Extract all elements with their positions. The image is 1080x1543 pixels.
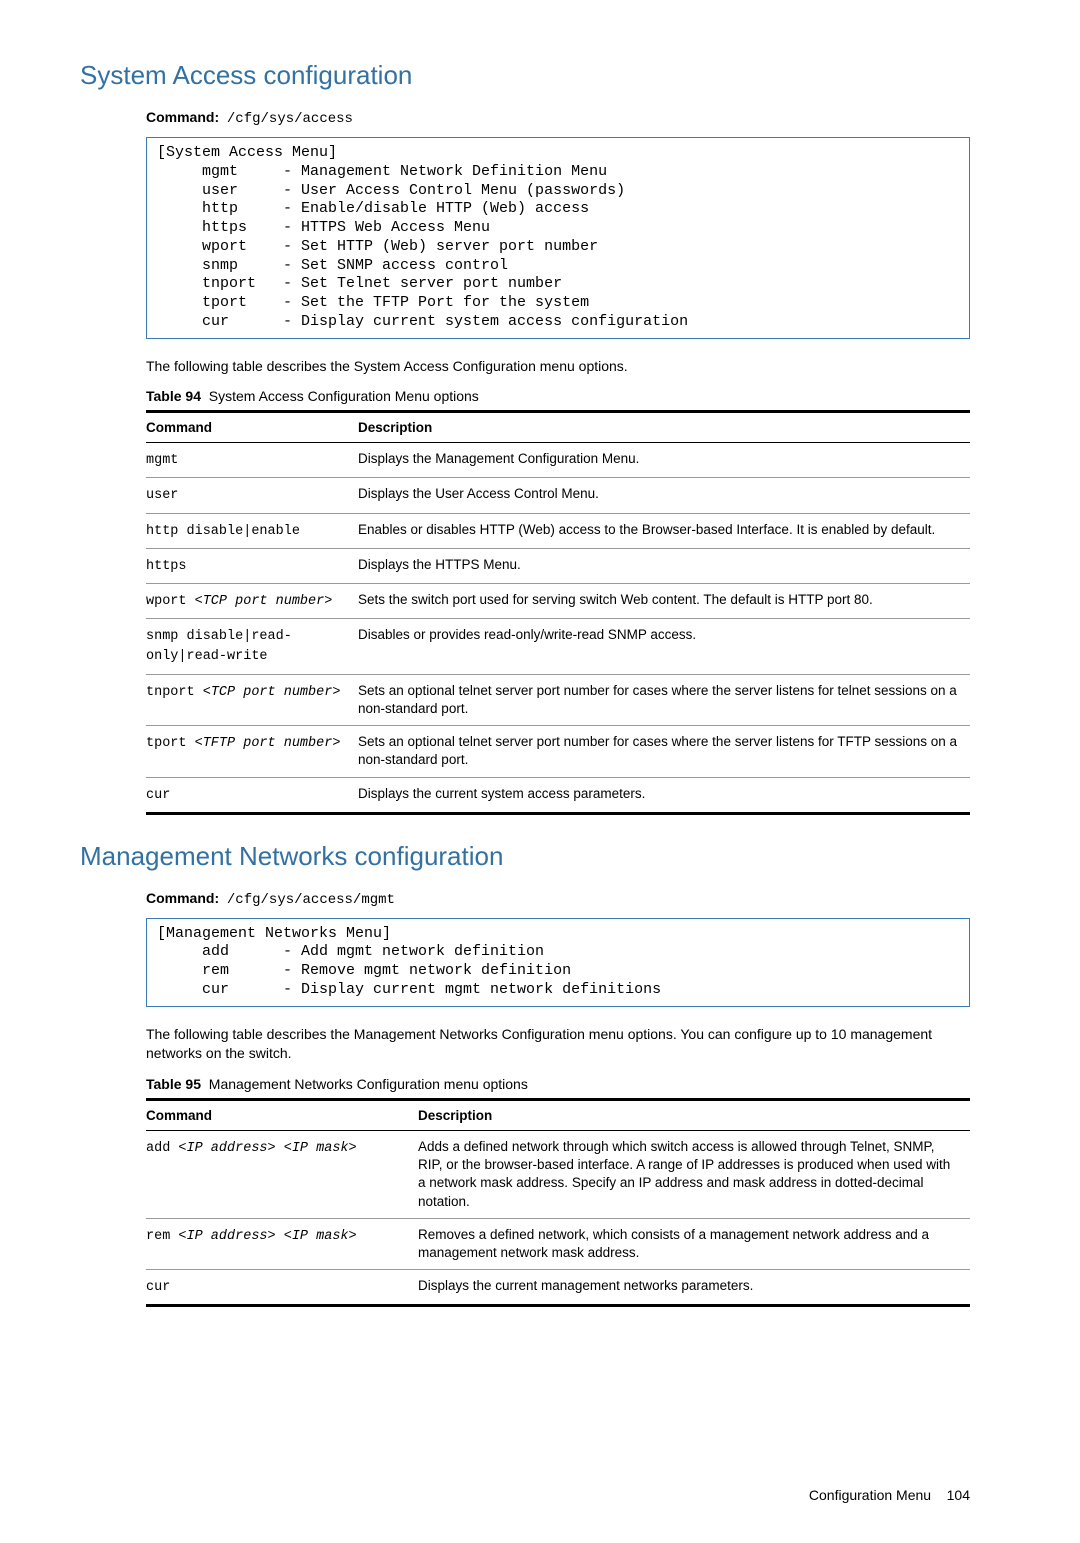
table-row: cur Displays the current management netwo… <box>146 1270 970 1306</box>
table-row: user Displays the User Access Control Men… <box>146 478 970 513</box>
command-cell: http disable|enable <box>146 513 358 548</box>
description-cell: Disables or provides read-only/write-rea… <box>358 619 970 674</box>
command-cell: user <box>146 478 358 513</box>
description-cell: Adds a defined network through which swi… <box>418 1130 970 1218</box>
command-text: tport <box>146 736 195 751</box>
table-94: Command Description mgmt Displays the Man… <box>146 410 970 815</box>
command-cell: rem <IP address> <IP mask> <box>146 1218 418 1269</box>
description-cell: Displays the Management Configuration Me… <box>358 443 970 478</box>
table-row: snmp disable|read-only|read-write Disable… <box>146 619 970 674</box>
command-cell: https <box>146 548 358 583</box>
description-cell: Removes a defined network, which consist… <box>418 1218 970 1269</box>
command-text: rem <box>146 1229 178 1244</box>
table-row: tport <TFTP port number>Sets an optional… <box>146 726 970 777</box>
command-text: snmp disable|read-only|read-write <box>146 629 292 664</box>
section-title-system-access: System Access configuration <box>80 60 1010 91</box>
command-cell: snmp disable|read-only|read-write <box>146 619 358 674</box>
section-title-mgmt-networks: Management Networks configuration <box>80 841 1010 872</box>
command-arg: <IP address> <IP mask> <box>178 1229 356 1244</box>
table-row: wport <TCP port number>Sets the switch p… <box>146 583 970 618</box>
command-text: http disable|enable <box>146 524 300 539</box>
command-cell: mgmt <box>146 443 358 478</box>
command-cell: add <IP address> <IP mask> <box>146 1130 418 1218</box>
table-label: Table 95 <box>146 1076 201 1092</box>
command-line: Command: /cfg/sys/access/mgmt <box>146 890 1010 908</box>
command-cell: tnport <TCP port number> <box>146 674 358 725</box>
description-cell: Displays the HTTPS Menu. <box>358 548 970 583</box>
table-row: https Displays the HTTPS Menu. <box>146 548 970 583</box>
table-row: add <IP address> <IP mask>Adds a defined… <box>146 1130 970 1218</box>
table-title: Management Networks Configuration menu o… <box>209 1076 528 1092</box>
command-arg: <TCP port number> <box>203 685 341 700</box>
command-text: tnport <box>146 685 203 700</box>
table-label: Table 94 <box>146 388 201 404</box>
table-95: Command Description add <IP address> <IP… <box>146 1098 970 1308</box>
description-cell: Sets an optional telnet server port numb… <box>358 726 970 777</box>
description-cell: Enables or disables HTTP (Web) access to… <box>358 513 970 548</box>
header-command: Command <box>146 412 358 443</box>
body-text: The following table describes the Manage… <box>146 1025 970 1064</box>
table-row: http disable|enable Enables or disables H… <box>146 513 970 548</box>
command-cell: cur <box>146 777 358 813</box>
command-text: https <box>146 559 187 574</box>
description-cell: Displays the current management networks… <box>418 1270 970 1306</box>
command-arg: <TFTP port number> <box>195 736 341 751</box>
command-label: Command: <box>146 890 219 906</box>
footer-page-number: 104 <box>947 1487 970 1503</box>
command-line: Command: /cfg/sys/access <box>146 109 1010 127</box>
description-cell: Sets the switch port used for serving sw… <box>358 583 970 618</box>
command-path: /cfg/sys/access <box>227 111 353 127</box>
command-cell: tport <TFTP port number> <box>146 726 358 777</box>
table-row: mgmt Displays the Management Configuratio… <box>146 443 970 478</box>
command-text: user <box>146 488 178 503</box>
footer-text: Configuration Menu <box>809 1487 931 1503</box>
table-row: tnport <TCP port number>Sets an optional… <box>146 674 970 725</box>
table-title: System Access Configuration Menu options <box>209 388 479 404</box>
description-cell: Sets an optional telnet server port numb… <box>358 674 970 725</box>
command-cell: cur <box>146 1270 418 1306</box>
command-arg: <IP address> <IP mask> <box>178 1141 356 1156</box>
body-text: The following table describes the System… <box>146 357 970 377</box>
header-description: Description <box>358 412 970 443</box>
table-row: cur Displays the current system access pa… <box>146 777 970 813</box>
command-text: wport <box>146 594 195 609</box>
command-text: mgmt <box>146 453 178 468</box>
command-text: cur <box>146 788 170 803</box>
command-arg: <TCP port number> <box>195 594 333 609</box>
command-path: /cfg/sys/access/mgmt <box>227 892 395 908</box>
table-caption-94: Table 94 System Access Configuration Men… <box>146 388 970 404</box>
description-cell: Displays the User Access Control Menu. <box>358 478 970 513</box>
page-footer: Configuration Menu 104 <box>80 1487 1010 1503</box>
header-command: Command <box>146 1099 418 1130</box>
header-description: Description <box>418 1099 970 1130</box>
command-label: Command: <box>146 109 219 125</box>
command-text: cur <box>146 1280 170 1295</box>
command-cell: wport <TCP port number> <box>146 583 358 618</box>
system-access-menu-box: [System Access Menu] mgmt - Management N… <box>146 137 970 339</box>
table-caption-95: Table 95 Management Networks Configurati… <box>146 1076 970 1092</box>
command-text: add <box>146 1141 178 1156</box>
description-cell: Displays the current system access param… <box>358 777 970 813</box>
table-row: rem <IP address> <IP mask>Removes a defi… <box>146 1218 970 1269</box>
mgmt-networks-menu-box: [Management Networks Menu] add - Add mgm… <box>146 918 970 1007</box>
